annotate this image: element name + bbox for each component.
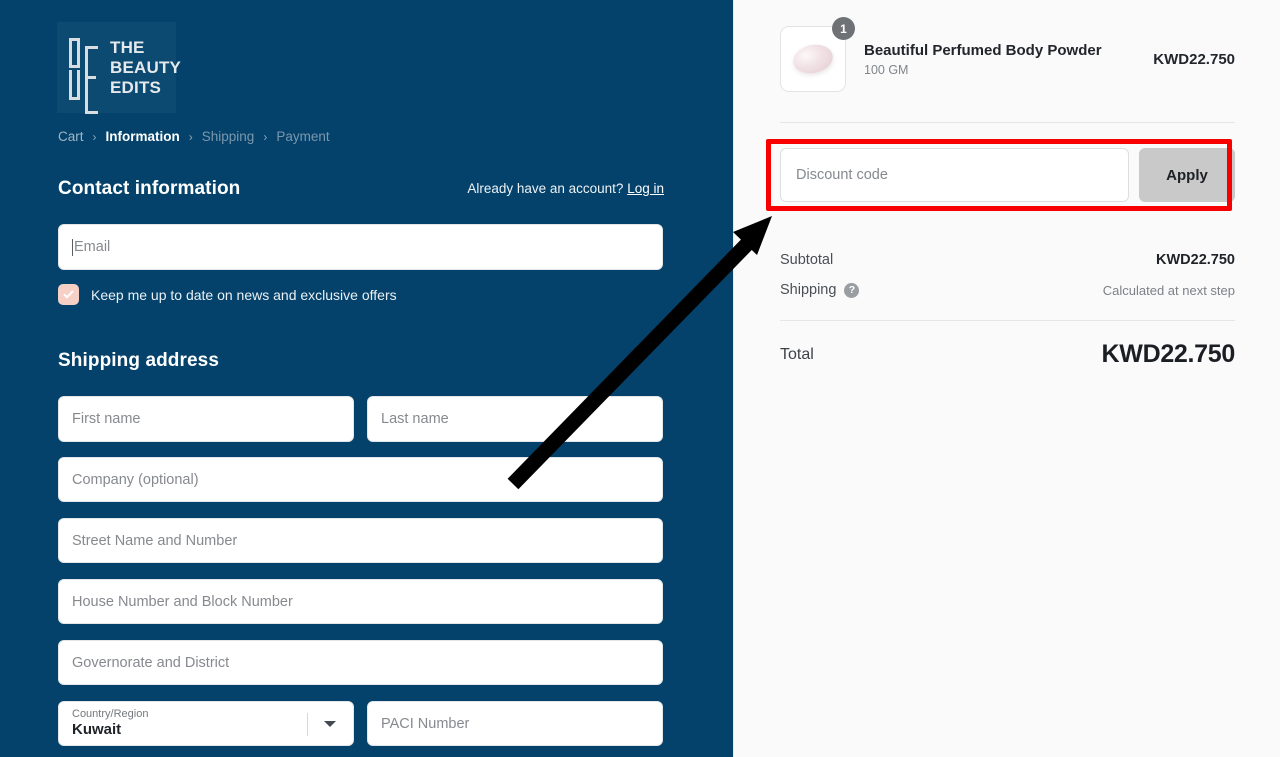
product-info: Beautiful Perfumed Body Powder 100 GM [864,41,1153,77]
discount-code-placeholder: Discount code [796,167,888,183]
house-number-input[interactable]: House Number and Block Number [58,579,663,624]
logo-line-2: BEAUTY [110,57,182,77]
login-prompt-text: Already have an account? [467,181,624,196]
breadcrumb-separator: › [263,129,268,144]
monogram-icon [63,34,103,114]
paci-number-placeholder: PACI Number [381,715,470,732]
breadcrumb-item-payment[interactable]: Payment [276,129,329,144]
contact-information-heading: Contact information [58,178,241,199]
checkout-form-panel: THE BEAUTY EDITS Cart › Information › Sh… [0,0,733,757]
country-region-select[interactable]: Country/Region Kuwait [58,701,354,746]
house-number-placeholder: House Number and Block Number [72,593,293,610]
chevron-down-icon [324,720,336,727]
quantity-badge: 1 [832,17,855,40]
subtotal-label: Subtotal [780,252,834,268]
last-name-input[interactable]: Last name [367,396,663,442]
subtotal-row: Subtotal KWD22.750 [780,252,1235,268]
total-label: Total [780,345,814,363]
discount-code-input[interactable]: Discount code [780,148,1129,202]
company-input[interactable]: Company (optional) [58,457,663,502]
paci-number-input[interactable]: PACI Number [367,701,663,746]
governorate-placeholder: Governorate and District [72,654,230,671]
brand-logo[interactable]: THE BEAUTY EDITS [57,22,181,114]
breadcrumb-item-cart[interactable]: Cart [58,129,84,144]
breadcrumb-item-information[interactable]: Information [106,129,180,144]
country-region-content: Country/Region Kuwait [59,702,307,745]
street-placeholder: Street Name and Number [72,532,238,549]
divider [780,122,1235,123]
logo-line-1: THE [110,37,145,57]
order-summary-panel: 1 Beautiful Perfumed Body Powder 100 GM … [733,0,1280,757]
logo-line-3: EDITS [110,77,162,97]
breadcrumb-separator: › [188,129,193,144]
subtotal-value: KWD22.750 [1156,252,1235,268]
street-input[interactable]: Street Name and Number [58,518,663,563]
check-icon [63,290,74,299]
order-line-item: 1 Beautiful Perfumed Body Powder 100 GM … [780,17,1235,92]
apply-discount-button[interactable]: Apply [1139,148,1235,202]
checkout-page: THE BEAUTY EDITS Cart › Information › Sh… [0,0,1280,757]
product-price: KWD22.750 [1153,50,1235,68]
discount-code-row: Discount code Apply [780,148,1235,202]
total-row: Total KWD22.750 [780,340,1235,369]
text-caret [72,238,73,256]
login-prompt: Already have an account? Log in [467,181,664,196]
breadcrumb: Cart › Information › Shipping › Payment [58,129,330,144]
email-field[interactable]: Email [58,224,663,270]
first-name-placeholder: First name [72,411,141,427]
country-region-label: Country/Region [72,708,149,720]
help-icon[interactable]: ? [844,282,860,298]
product-thumbnail-wrap: 1 [780,17,855,92]
newsletter-label: Keep me up to date on news and exclusive… [91,286,397,303]
first-name-input[interactable]: First name [58,396,354,442]
divider [780,320,1235,321]
company-placeholder: Company (optional) [72,471,199,488]
shipping-label: Shipping [780,282,837,298]
product-title: Beautiful Perfumed Body Powder [864,42,1102,59]
breadcrumb-separator: › [92,129,97,144]
shipping-value: Calculated at next step [1102,282,1235,298]
brand-logo-text: THE BEAUTY EDITS [110,38,181,98]
breadcrumb-item-shipping[interactable]: Shipping [202,129,255,144]
powder-puff-image [790,41,836,77]
login-link[interactable]: Log in [627,181,664,196]
shipping-label-group: Shipping ? [780,282,860,298]
total-value: KWD22.750 [1101,340,1236,368]
governorate-input[interactable]: Governorate and District [58,640,663,685]
newsletter-checkbox-row[interactable]: Keep me up to date on news and exclusive… [58,284,397,305]
shipping-address-heading: Shipping address [58,350,220,371]
newsletter-checkbox[interactable] [58,284,79,305]
product-variant: 100 GM [864,63,909,77]
country-region-value: Kuwait [72,721,122,738]
shipping-row: Shipping ? Calculated at next step [780,282,1235,298]
last-name-placeholder: Last name [381,411,449,427]
divider [307,713,308,736]
email-placeholder: Email [74,239,111,255]
country-dropdown-toggle[interactable] [307,702,353,745]
